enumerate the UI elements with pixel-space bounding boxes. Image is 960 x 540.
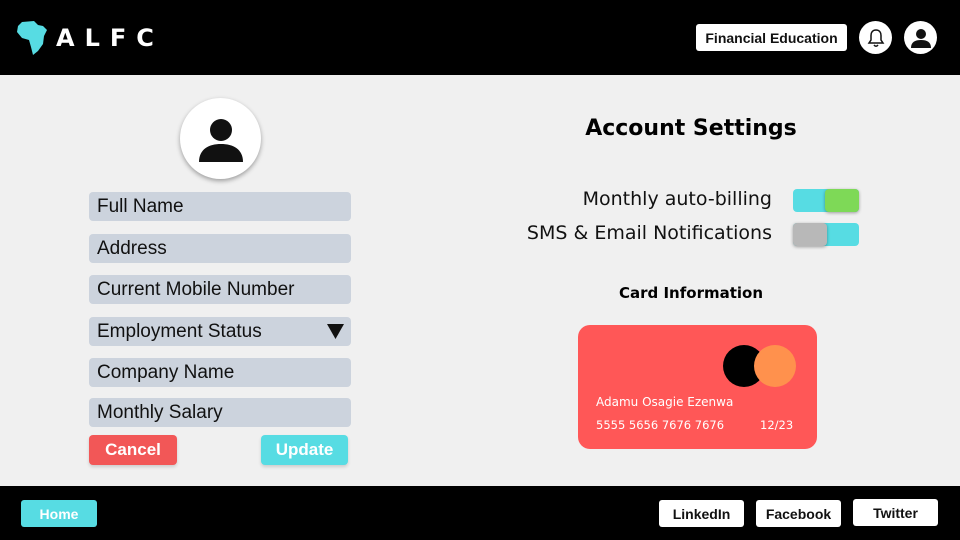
bell-icon xyxy=(867,28,884,47)
toggle-knob xyxy=(793,223,827,246)
card-information-title: Card Information xyxy=(618,284,764,302)
notifications-button[interactable] xyxy=(859,21,892,54)
top-bar: ALFC Financial Education xyxy=(0,0,960,75)
facebook-button[interactable]: Facebook xyxy=(756,500,841,527)
mastercard-icon-overlap xyxy=(754,345,796,387)
financial-education-button[interactable]: Financial Education xyxy=(696,24,847,51)
mobile-number-field[interactable]: Current Mobile Number xyxy=(89,275,351,304)
monthly-salary-field[interactable]: Monthly Salary xyxy=(89,398,351,427)
footer: Home LinkedIn Facebook Twitter xyxy=(0,486,960,540)
payment-card[interactable]: Adamu Osagie Ezenwa 5555 5656 7676 7676 … xyxy=(578,325,817,449)
card-number: 5555 5656 7676 7676 xyxy=(596,418,725,432)
linkedin-button[interactable]: LinkedIn xyxy=(659,500,744,527)
monthly-salary-placeholder: Monthly Salary xyxy=(97,401,223,423)
cancel-button[interactable]: Cancel xyxy=(89,435,177,465)
profile-button[interactable] xyxy=(904,21,937,54)
notifications-toggle[interactable] xyxy=(793,223,859,246)
avatar[interactable] xyxy=(180,98,261,179)
dropdown-arrow-icon xyxy=(327,324,344,339)
auto-billing-toggle[interactable] xyxy=(793,189,859,212)
company-name-field[interactable]: Company Name xyxy=(89,358,351,387)
africa-map-icon xyxy=(17,21,47,55)
user-icon xyxy=(198,118,243,162)
notifications-label: SMS & Email Notifications xyxy=(526,222,772,244)
address-field[interactable]: Address xyxy=(89,234,351,263)
user-icon xyxy=(910,28,931,48)
auto-billing-label: Monthly auto-billing xyxy=(582,188,772,210)
address-placeholder: Address xyxy=(97,237,167,259)
card-holder-name: Adamu Osagie Ezenwa xyxy=(596,395,734,409)
twitter-button[interactable]: Twitter xyxy=(853,499,938,526)
card-expiry: 12/23 xyxy=(760,418,794,432)
employment-status-select[interactable]: Employment Status xyxy=(89,317,351,346)
full-name-placeholder: Full Name xyxy=(97,195,184,217)
company-name-placeholder: Company Name xyxy=(97,361,235,383)
full-name-field[interactable]: Full Name xyxy=(89,192,351,221)
home-button[interactable]: Home xyxy=(21,500,97,527)
employment-status-placeholder: Employment Status xyxy=(97,320,262,342)
update-button[interactable]: Update xyxy=(261,435,348,465)
logo[interactable]: ALFC xyxy=(16,20,164,56)
logo-text: ALFC xyxy=(56,24,164,52)
toggle-knob xyxy=(825,189,859,212)
mobile-number-placeholder: Current Mobile Number xyxy=(97,278,295,300)
account-settings-title: Account Settings xyxy=(585,116,797,141)
